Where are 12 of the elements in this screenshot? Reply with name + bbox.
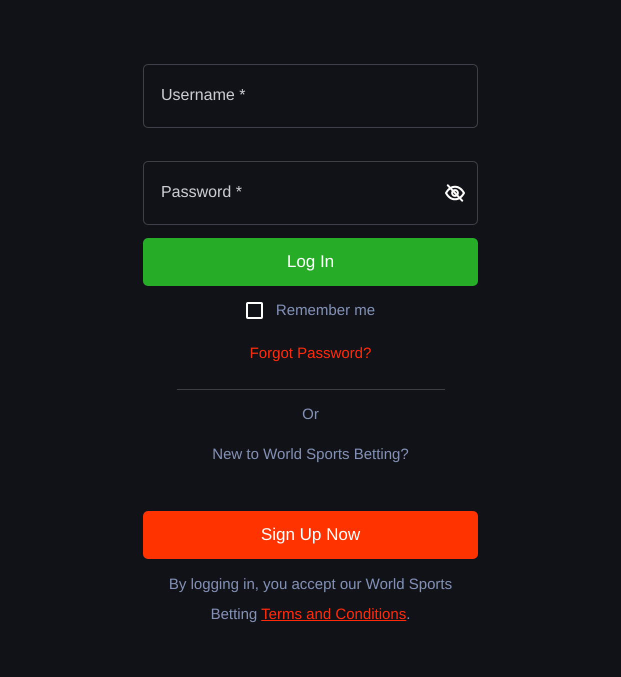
legal-notice: By logging in, you accept our World Sports Betting Terms and Conditions. <box>168 575 454 625</box>
signup-button[interactable]: Sign Up Now <box>143 511 478 559</box>
terms-link[interactable]: Terms and Conditions <box>261 606 406 623</box>
forgot-password-link[interactable]: Forgot Password? <box>250 344 372 364</box>
signup-prompt: New to World Sports Betting? <box>212 445 409 465</box>
remember-me-label[interactable]: Remember me <box>276 302 376 318</box>
login-button[interactable]: Log In <box>143 238 478 286</box>
eye-slash-icon[interactable] <box>445 184 465 202</box>
username-field[interactable]: Username * <box>143 64 478 128</box>
password-field[interactable]: Password * <box>143 161 478 225</box>
checkbox[interactable] <box>246 302 263 318</box>
or-divider-text: Or <box>302 405 319 425</box>
